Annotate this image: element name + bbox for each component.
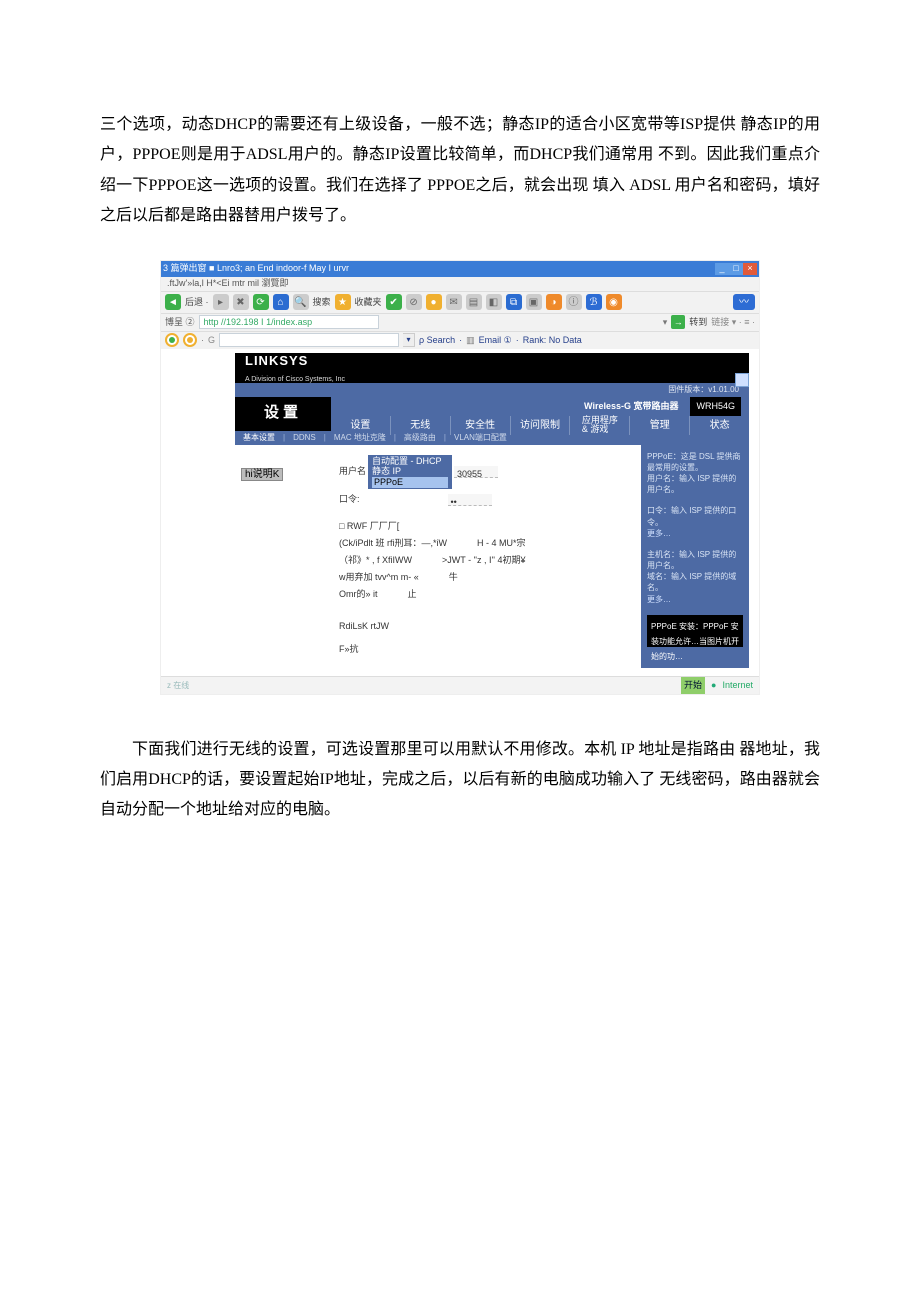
scroll-handle[interactable] [735,373,749,387]
subnav-route[interactable]: 高级路由 [404,430,436,445]
tb-ic-1[interactable]: ✔ [386,294,402,310]
search-bar: · G ▾ ρ Search · ▥ Email ① · Rank: No Da… [161,331,759,349]
linksys-logo-sub: A Division of Cisco Systems, Inc [245,373,345,386]
tb-ic-6[interactable]: ⧉ [506,294,522,310]
help-text-1: PPPoE：这是 DSL 提供商最常用的设置。 [647,451,743,473]
print-icon[interactable]: ▤ [466,294,482,310]
form-row-5a: Omr的» it [339,586,378,603]
address-label: 博呈 ② [165,314,195,331]
subnav-vlan[interactable]: VLAN端口配置 [454,430,507,445]
browser-toolbar: ◄ 后退 · ▸ ✖ ⟳ ⌂ 🔍 搜索 ★ 收藏夹 ✔ ⊘ ● ✉ ▤ ◧ ⧉ … [161,291,759,313]
fav-label: 收藏夹 [355,294,382,311]
stop-icon[interactable]: ✖ [233,294,249,310]
subnav-mac[interactable]: MAC 地址克隆 [334,430,386,445]
nav-back-label: 后退 · [185,294,209,311]
window-max-button[interactable]: □ [729,263,743,275]
status-done: 开始 [681,677,705,694]
content-area: hi说明K 用户名 自动配置 - DHCP 静态 IP PPPoE 30955 … [235,445,749,668]
password-label: 口令: [339,491,360,508]
help-sidebar: PPPoE：这是 DSL 提供商最常用的设置。 用户名：输入 ISP 提供的用户… [641,445,749,668]
window-close-button[interactable]: × [743,263,757,275]
form-row-5b: 止 [408,586,417,603]
window-title-prefix: 3 篇弹出窗 [163,263,207,273]
nav-fwd-icon[interactable]: ▸ [213,294,229,310]
help-text-3: 口令：输入 ISP 提供的口令。 [647,505,743,527]
status-zone: Internet [722,677,753,694]
form-row-3b: >JWT - ''z , I'' 4初期¥ [442,552,525,569]
nav-section-title: 设置 [235,397,331,431]
internet-zone-icon: ● [711,677,716,694]
username-label: 用户名 [339,463,366,480]
tb-ic-7[interactable]: ▣ [526,294,542,310]
search-rank: Rank: No Data [523,332,582,349]
search-dropdown[interactable]: ▾ [403,333,415,347]
subnav-ddns[interactable]: DDNS [293,430,316,445]
help-text-4: 主机名：输入 ISP 提供的用户名。 [647,549,743,571]
router-screenshot: 3 篇弹出窗 ■ Lnro3; an End indoor-f May I ur… [160,260,760,695]
tab-apps[interactable]: 应用程序 & 游戏 [569,416,629,435]
nav-back-icon[interactable]: ◄ [165,294,181,310]
tb-ic-4[interactable]: ✉ [446,294,462,310]
tb-ic-2[interactable]: ⊘ [406,294,422,310]
window-min-button[interactable]: _ [715,263,729,275]
form-row-2b: H - 4 MU*宗 [477,535,526,552]
address-input[interactable]: http //192.198 I 1/index.asp [199,315,379,329]
paragraph-1: 三个选项，动态DHCP的需要还有上级设备，一般不选；静态IP的适合小区宽带等IS… [100,110,820,232]
tb-ic-10[interactable]: ℬ [586,294,602,310]
tb-ic-3[interactable]: ● [426,294,442,310]
fav-icon[interactable]: ★ [335,294,351,310]
address-bar: 博呈 ② http //192.198 I 1/index.asp ▾ → 转到… [161,313,759,331]
search-icon[interactable]: 🔍 [293,294,309,310]
page-body: LINKSYS A Division of Cisco Systems, Inc… [161,349,759,676]
window-title-rest: ■ Lnro3; an End indoor-f May I urvr [209,263,349,273]
form-row-4b: 牛 [449,569,458,586]
search-input[interactable] [219,333,399,347]
search-go[interactable]: ρ Search [419,332,455,349]
browser-menubar: .ftJw'»la,l H*<Ei mtr mil 瀏覽即 [161,277,759,291]
help-more-2[interactable]: 更多… [647,594,743,605]
firmware-version: 固件版本：v1.01.00 [668,382,739,397]
search-engine-1-icon[interactable] [165,333,179,347]
form-row-3a: （祁》* , f XfiIWW [339,552,412,569]
tb-ic-8[interactable]: ◑ [546,294,562,310]
nav-row: 设置 Wireless-G 宽带路由器 WRH54G 设置 无线 安全性 访问限… [235,397,749,431]
go-button[interactable]: → [671,315,685,329]
device-type-label: Wireless-G 宽带路由器 [584,398,678,415]
tb-ic-5[interactable]: ◧ [486,294,502,310]
browser-status-bar: z 在线 开始 ● Internet [161,676,759,694]
tab-admin[interactable]: 管理 [629,416,689,435]
help-text-2: 用户名：输入 ISP 提供的用户名。 [647,473,743,495]
linksys-logo: LINKSYS [245,349,308,374]
device-model: WRH54G [690,397,741,416]
search-engine-2-icon[interactable] [183,333,197,347]
password-input[interactable]: •• [448,494,492,506]
search-email-link[interactable]: Email ① [479,332,512,349]
throbber-icon: 〰 [733,294,755,310]
help-footer-text: PPPoE 安装：PPPoF 安装功能允许…当图片机开始的功… [651,619,739,665]
paragraph-2: 下面我们进行无线的设置，可选设置那里可以用默认不用修改。本机 IP 地址是指路由… [100,735,820,826]
status-watermark: z 在线 [167,678,189,693]
form-row-1: □ RWF 厂厂厂[ [339,518,633,535]
form-row-bottom-2: F»抗 [339,641,633,658]
tab-access[interactable]: 访问限制 [510,416,570,435]
form-row-2a: (Ck/iPdlt 班 rfi刑耳：—,*iW [339,535,447,552]
help-more-1[interactable]: 更多… [647,528,743,539]
brand-bar: LINKSYS A Division of Cisco Systems, Inc [235,353,749,383]
go-label: 转到 [689,314,707,331]
tab-status[interactable]: 状态 [689,416,749,435]
subnav-basic[interactable]: 基本设置 [243,430,275,445]
help-footer: PPPoE 安装：PPPoF 安装功能允许…当图片机开始的功… [647,615,743,647]
form-row-4a: w用弃加 tvv^m m- « [339,569,419,586]
refresh-icon[interactable]: ⟳ [253,294,269,310]
home-icon[interactable]: ⌂ [273,294,289,310]
tb-ic-9[interactable]: ⓘ [566,294,582,310]
username-input[interactable]: 30955 [454,466,498,478]
search-label: 搜索 [313,294,331,311]
tb-ic-11[interactable]: ◉ [606,294,622,310]
help-text-5: 域名：输入 ISP 提供的域名。 [647,571,743,593]
form-row-bottom-1: RdiLsK rtJW [339,618,633,635]
conn-type-select[interactable]: 自动配置 - DHCP 静态 IP PPPoE [368,455,452,489]
section-label: hi说明K [241,468,283,481]
